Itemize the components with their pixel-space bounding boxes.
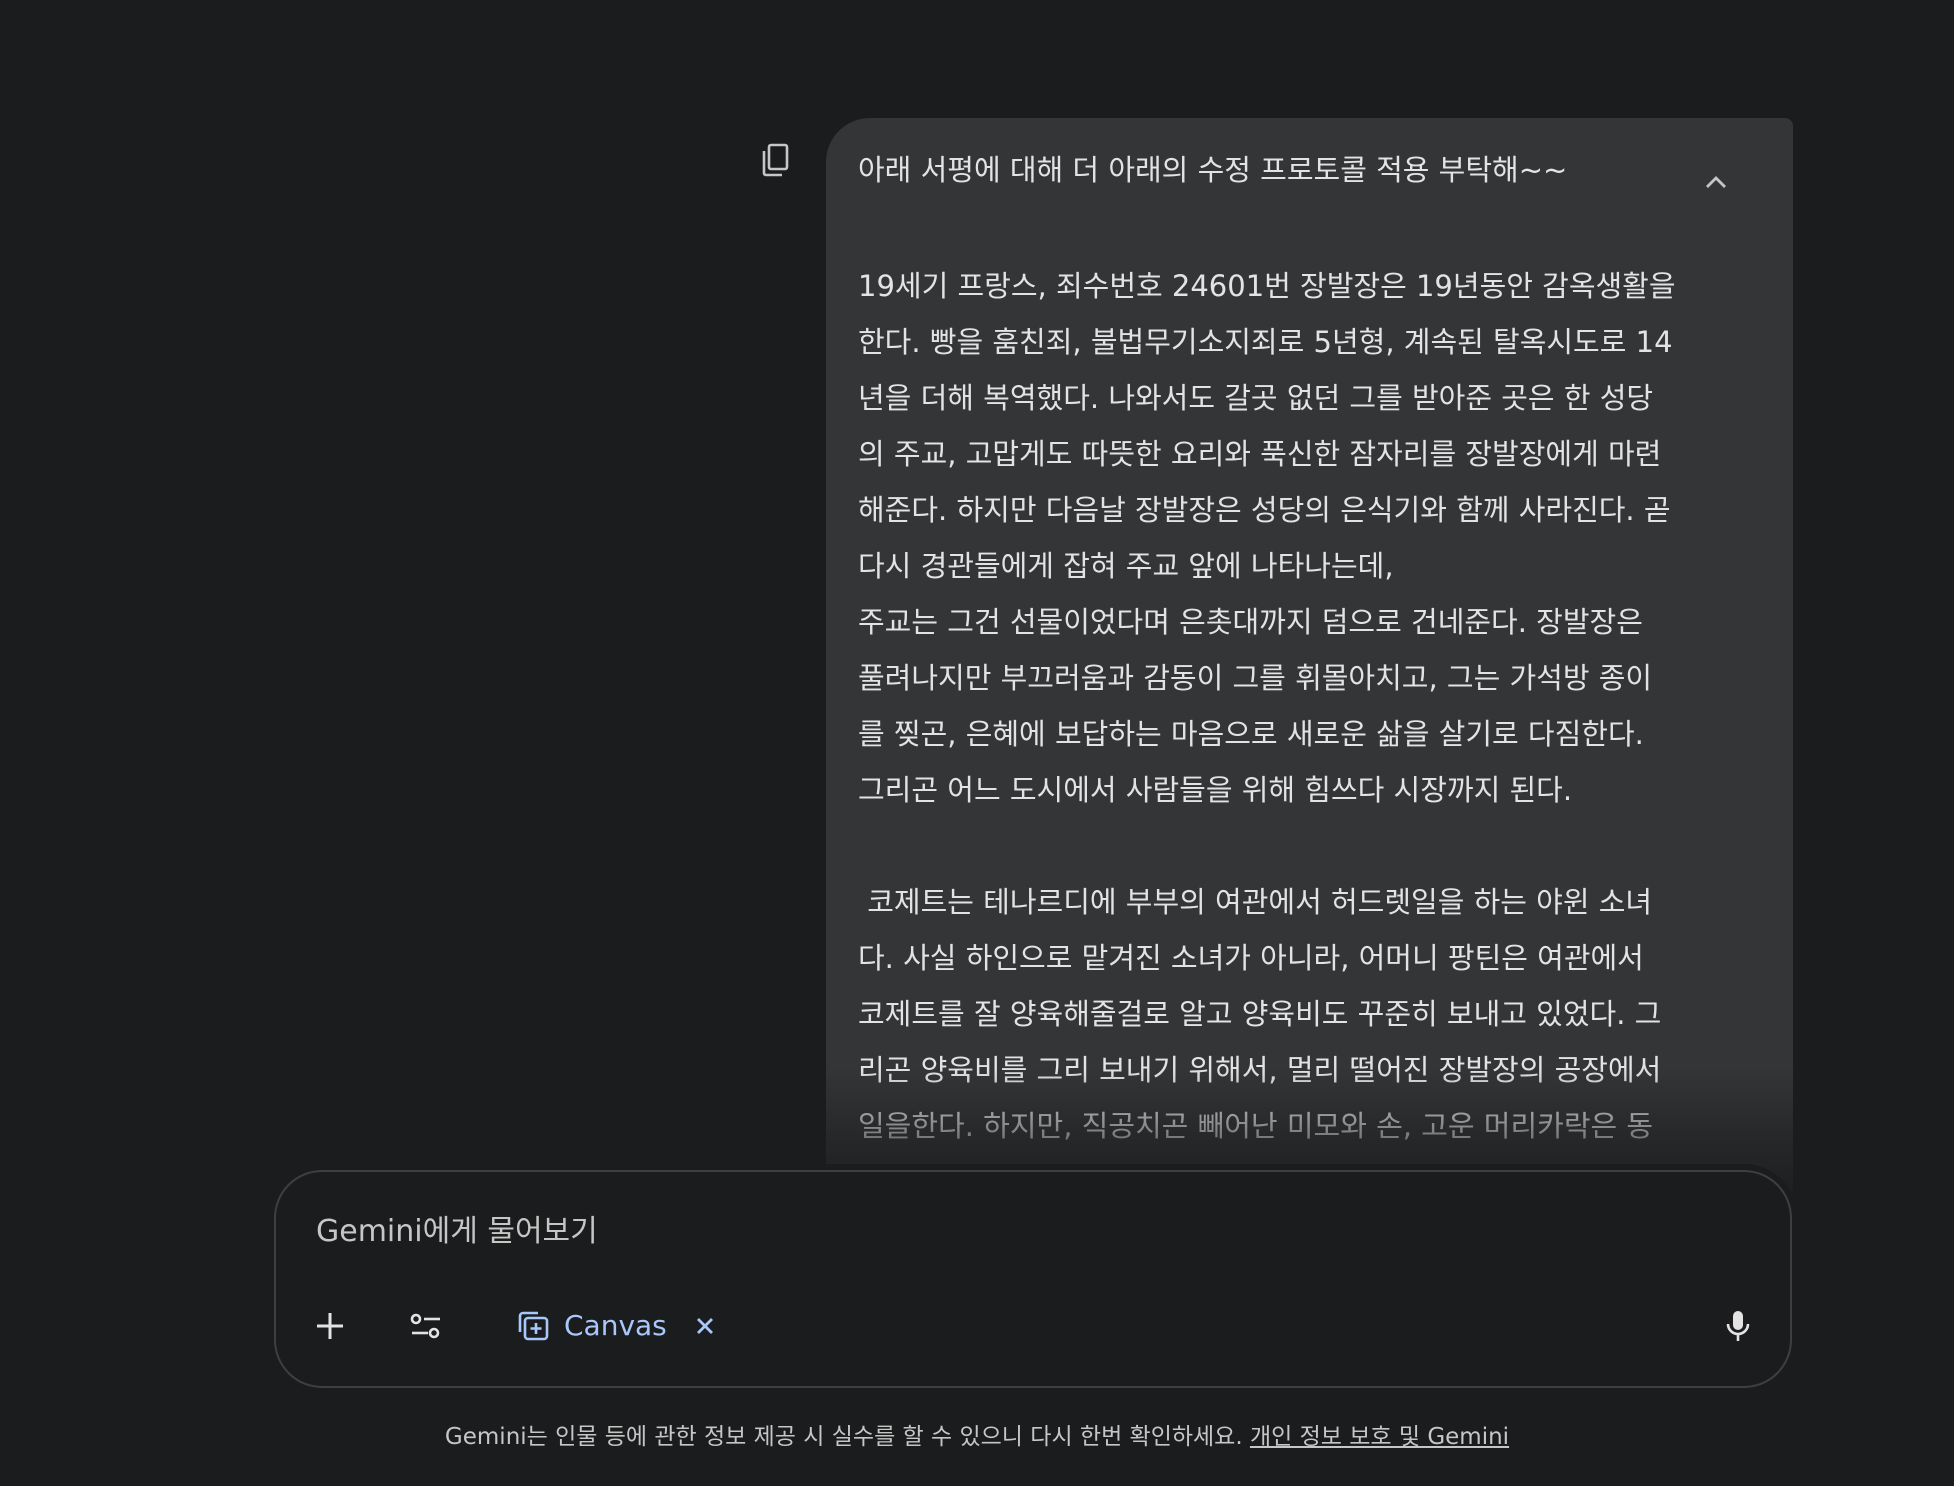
plus-icon xyxy=(317,1313,343,1339)
close-icon xyxy=(696,1318,713,1334)
message-paragraph: 19세기 프랑스, 죄수번호 24601번 장발장은 19년동안 감옥생활을 한… xyxy=(858,269,1676,807)
user-message-bubble: 아래 서평에 대해 더 아래의 수정 프로토콜 적용 부탁해~~ 19세기 프랑… xyxy=(826,118,1793,1198)
prompt-input-box: Canvas xyxy=(274,1170,1792,1388)
microphone-button[interactable] xyxy=(1710,1298,1766,1354)
canvas-chip[interactable]: Canvas xyxy=(500,1298,739,1354)
disclaimer-text: Gemini는 인물 등에 관한 정보 제공 시 실수를 할 수 있으니 다시 … xyxy=(444,1424,1250,1450)
message-title: 아래 서평에 대해 더 아래의 수정 프로토콜 적용 부탁해~~ xyxy=(858,153,1568,187)
canvas-remove-button[interactable] xyxy=(687,1308,723,1344)
copy-icon xyxy=(762,143,789,177)
message-body: 19세기 프랑스, 죄수번호 24601번 장발장은 19년동안 감옥생활을 한… xyxy=(858,258,1694,1198)
copy-prompt-button[interactable] xyxy=(752,136,800,184)
mic-icon xyxy=(1726,1311,1750,1341)
collapse-button[interactable] xyxy=(1692,158,1740,206)
privacy-link[interactable]: 개인 정보 보호 및 Gemini xyxy=(1250,1424,1509,1450)
gemini-chat-page: 아래 서평에 대해 더 아래의 수정 프로토콜 적용 부탁해~~ 19세기 프랑… xyxy=(0,0,1954,1486)
chevron-up-icon xyxy=(1706,176,1726,188)
message-paragraph: 코제트는 테나르디에 부부의 여관에서 허드렛일을 하는 야윈 소녀 다. 사실… xyxy=(858,885,1662,1198)
tools-icon xyxy=(410,1313,440,1339)
canvas-label: Canvas xyxy=(564,1309,667,1342)
prompt-input[interactable] xyxy=(316,1212,1716,1252)
tools-button[interactable] xyxy=(398,1298,454,1354)
canvas-icon xyxy=(518,1311,549,1341)
disclaimer: Gemini는 인물 등에 관한 정보 제공 시 실수를 할 수 있으니 다시 … xyxy=(0,1420,1954,1454)
add-button[interactable] xyxy=(302,1298,358,1354)
